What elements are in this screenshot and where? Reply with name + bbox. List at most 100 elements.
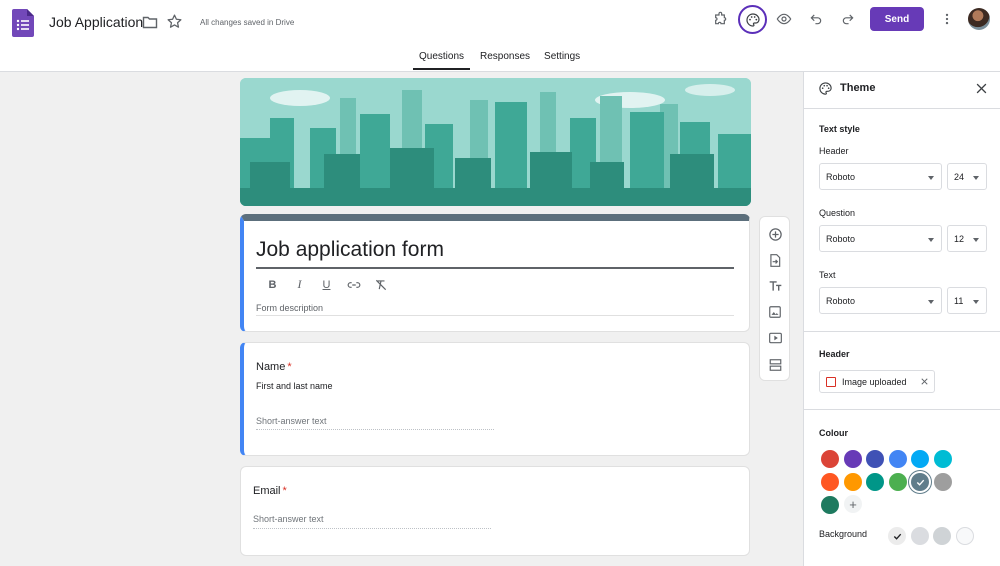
colour-swatch[interactable]: [911, 450, 930, 468]
add-video-icon[interactable]: [767, 330, 783, 346]
header-font-value: Roboto: [826, 172, 856, 182]
redo-icon[interactable]: [838, 9, 858, 29]
question-card-email[interactable]: Email * Short-answer text: [240, 466, 750, 556]
top-bar: Job Application All changes saved in Dri…: [0, 0, 1000, 72]
question-card-name[interactable]: Name * First and last name Short-answer t…: [240, 342, 750, 456]
divider: [804, 331, 1000, 332]
header-section-title: Header: [819, 349, 850, 359]
add-title-icon[interactable]: [767, 278, 783, 294]
header-image[interactable]: [240, 78, 751, 206]
add-section-icon[interactable]: [767, 357, 783, 373]
underline-button[interactable]: U: [318, 276, 335, 293]
short-answer-placeholder: Short-answer text: [256, 416, 327, 426]
italic-button[interactable]: I: [291, 276, 308, 293]
tab-settings[interactable]: Settings: [544, 46, 580, 70]
add-image-icon[interactable]: [767, 304, 783, 320]
image-chip-label: Image uploaded: [842, 377, 907, 387]
colour-swatch[interactable]: [821, 473, 839, 491]
avatar[interactable]: [968, 8, 990, 30]
add-question-icon[interactable]: [767, 226, 783, 242]
text-size-value: 11: [954, 296, 964, 306]
dropdown-arrow-icon: [973, 176, 979, 180]
colour-swatch[interactable]: [888, 473, 907, 491]
question-toolbar: [759, 216, 790, 381]
form-title[interactable]: Job application form: [256, 238, 444, 262]
short-answer-underline: [253, 528, 491, 529]
link-icon[interactable]: [345, 276, 362, 293]
tab-responses[interactable]: Responses: [480, 46, 530, 70]
colour-swatch[interactable]: [934, 450, 952, 468]
close-icon[interactable]: [974, 81, 989, 96]
tab-questions[interactable]: Questions: [413, 46, 470, 70]
description-underline: [256, 315, 734, 316]
image-icon: [826, 377, 836, 387]
form-description[interactable]: Form description: [256, 303, 323, 313]
colour-swatch[interactable]: [843, 450, 862, 468]
required-mark: *: [282, 485, 287, 497]
dropdown-arrow-icon: [928, 176, 934, 180]
background-swatch[interactable]: [955, 527, 974, 545]
text-font-select[interactable]: Roboto: [819, 287, 942, 314]
header-image-chip[interactable]: Image uploaded: [819, 370, 935, 393]
colour-swatch[interactable]: [821, 450, 839, 468]
question-font-select[interactable]: Roboto: [819, 225, 942, 252]
question-label: Name: [256, 361, 286, 373]
clear-format-icon[interactable]: [372, 276, 389, 293]
theme-panel-title: Theme: [840, 82, 876, 94]
header-font-label: Header: [819, 146, 849, 156]
text-size-select[interactable]: 11: [947, 287, 987, 314]
divider: [804, 409, 1000, 410]
colour-swatch[interactable]: [911, 473, 930, 491]
question-size-select[interactable]: 12: [947, 225, 987, 252]
theme-panel-header: Theme: [804, 72, 1000, 109]
question-font-label: Question: [819, 208, 856, 218]
colour-swatch[interactable]: [866, 473, 885, 491]
colour-title: Colour: [819, 428, 848, 438]
bold-button[interactable]: B: [264, 276, 281, 293]
form-title-card[interactable]: Job application form B I U Form descript…: [240, 214, 750, 332]
background-label: Background: [819, 529, 868, 539]
undo-icon[interactable]: [806, 9, 826, 29]
send-button[interactable]: Send: [870, 7, 924, 31]
document-title[interactable]: Job Application: [49, 14, 143, 30]
header-font-select[interactable]: Roboto: [819, 163, 942, 190]
format-toolbar: B I U: [264, 276, 389, 293]
background-swatch[interactable]: [888, 527, 906, 545]
question-title: Email *: [253, 485, 287, 497]
dropdown-arrow-icon: [973, 238, 979, 242]
header-size-value: 24: [954, 172, 965, 182]
save-status: All changes saved in Drive: [200, 18, 295, 27]
colour-swatch[interactable]: [934, 473, 952, 491]
required-mark: *: [287, 361, 292, 373]
question-size-value: 12: [954, 234, 965, 244]
dropdown-arrow-icon: [928, 300, 934, 304]
add-colour-button[interactable]: +: [844, 495, 862, 513]
header-size-select[interactable]: 24: [947, 163, 987, 190]
colour-swatch[interactable]: [866, 450, 885, 468]
dropdown-arrow-icon: [928, 238, 934, 242]
more-vert-icon[interactable]: [937, 9, 957, 29]
question-description: First and last name: [256, 381, 333, 391]
question-label: Email: [253, 485, 281, 497]
remove-image-icon[interactable]: [919, 376, 930, 387]
background-swatch[interactable]: [910, 527, 929, 545]
addons-icon[interactable]: [711, 9, 731, 29]
short-answer-placeholder: Short-answer text: [253, 514, 324, 524]
colour-swatch[interactable]: [888, 450, 907, 468]
tab-bar: Questions Responses Settings: [413, 46, 594, 72]
question-title: Name *: [256, 361, 292, 373]
folder-icon[interactable]: [142, 14, 158, 30]
colour-swatch[interactable]: [821, 496, 839, 514]
background-swatch[interactable]: [933, 527, 951, 545]
star-icon[interactable]: [166, 13, 183, 30]
theme-panel: Theme Text style Header Roboto 24 Questi…: [803, 72, 1000, 566]
preview-icon[interactable]: [774, 9, 794, 29]
text-font-value: Roboto: [826, 296, 856, 306]
palette-icon[interactable]: [738, 5, 767, 34]
question-font-value: Roboto: [826, 234, 856, 244]
colour-swatch[interactable]: [843, 473, 862, 491]
import-questions-icon[interactable]: [767, 252, 783, 268]
dropdown-arrow-icon: [973, 300, 979, 304]
title-underline: [256, 267, 734, 269]
forms-logo-icon[interactable]: [12, 9, 34, 37]
